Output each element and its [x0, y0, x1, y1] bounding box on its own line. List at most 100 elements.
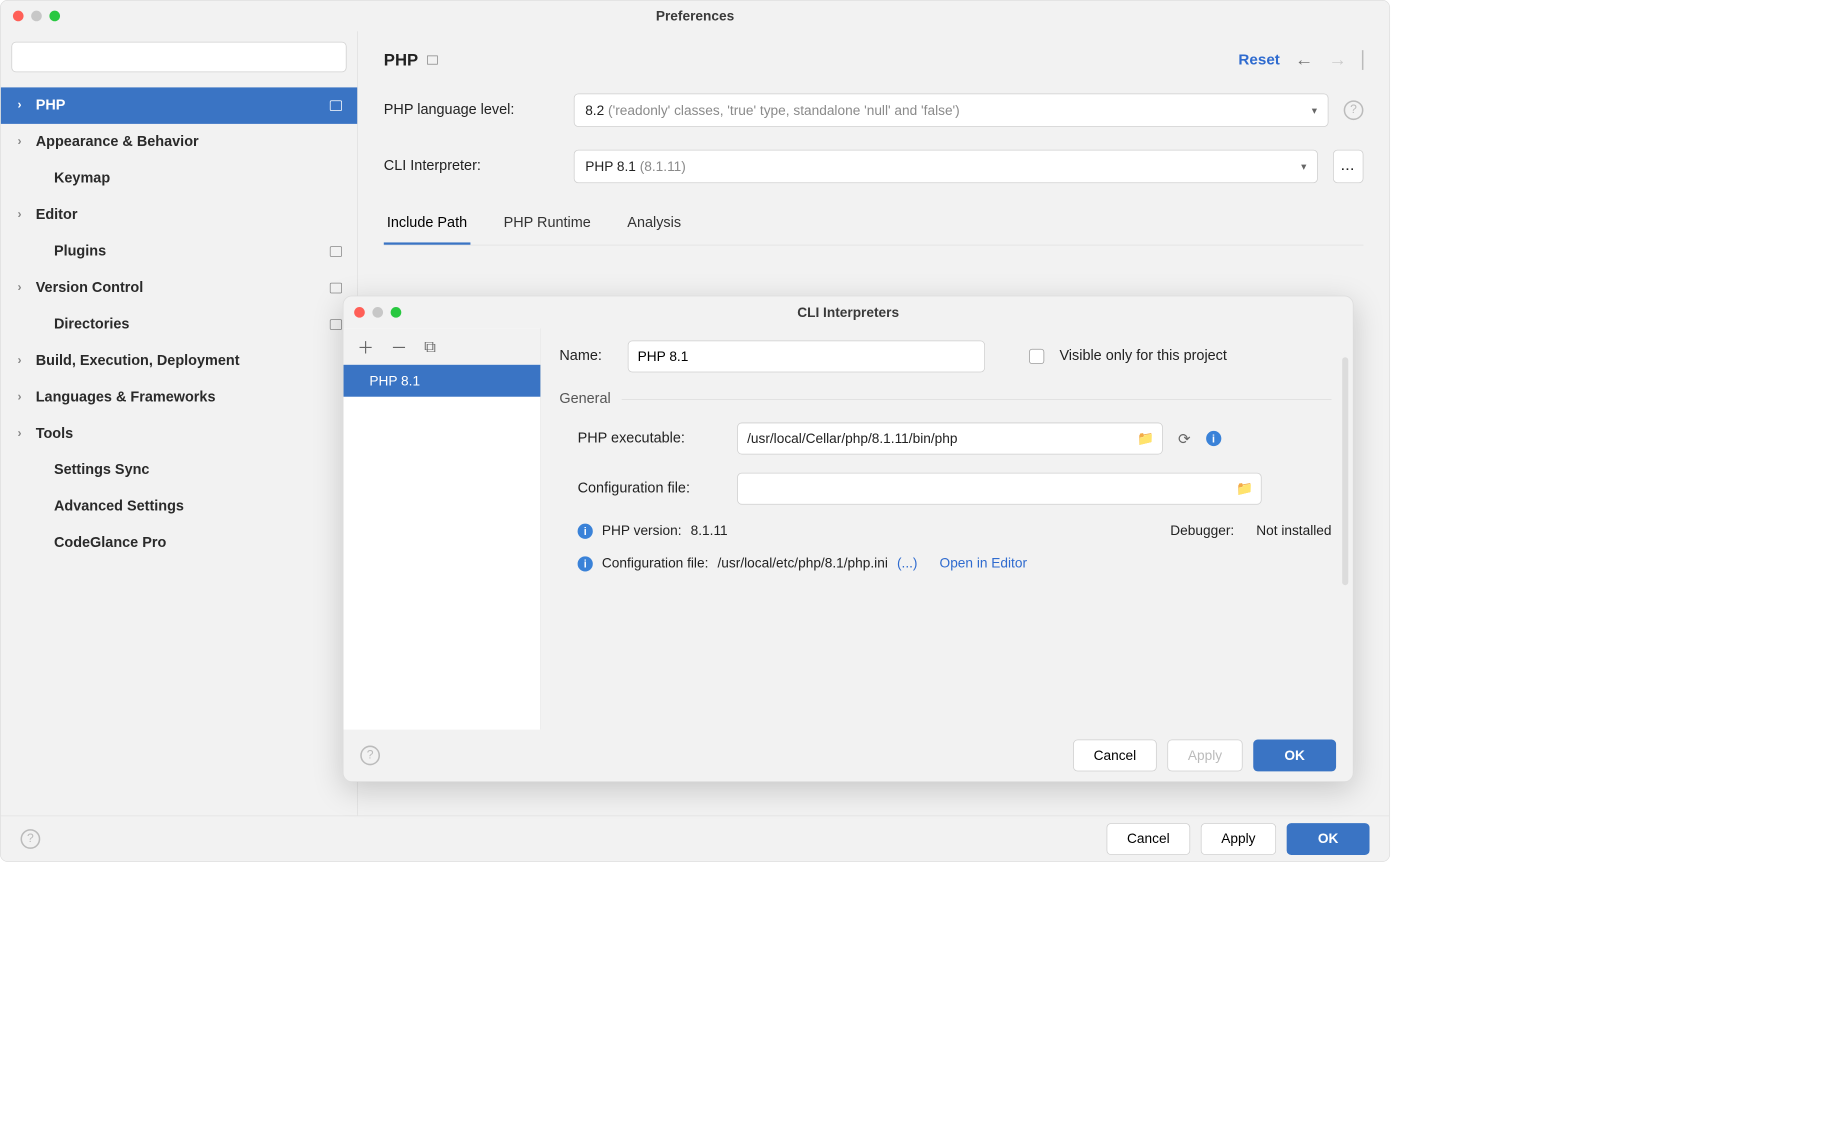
footer-help-button[interactable]: ? — [21, 829, 41, 849]
dialog-cancel-button[interactable]: Cancel — [1073, 739, 1157, 771]
tab-analysis[interactable]: Analysis — [624, 209, 684, 245]
remove-interpreter-button[interactable]: － — [391, 334, 408, 358]
nav-back-button[interactable]: ← — [1295, 49, 1313, 70]
reload-icon[interactable]: ⟳ — [1178, 429, 1191, 448]
php-language-level-hint: ('readonly' classes, 'true' type, standa… — [608, 102, 960, 118]
chevron-right-icon: › — [17, 99, 26, 113]
info-icon: i — [578, 556, 593, 571]
chevron-right-icon: › — [17, 135, 26, 149]
php-executable-label: PHP executable: — [578, 430, 722, 447]
divider — [621, 399, 1331, 400]
cli-interpreter-select[interactable]: PHP 8.1 (8.1.11) — [574, 150, 1318, 183]
preferences-apply-button[interactable]: Apply — [1201, 823, 1276, 855]
sidebar-item-advanced-settings[interactable]: Advanced Settings — [1, 489, 357, 525]
project-scope-icon — [330, 319, 342, 330]
sidebar-item-php[interactable]: › PHP — [1, 87, 357, 123]
config-file-label: Configuration file: — [578, 480, 722, 497]
preferences-cancel-button[interactable]: Cancel — [1107, 823, 1191, 855]
sidebar-item-label: Keymap — [54, 170, 357, 187]
sidebar-item-label: Advanced Settings — [54, 499, 357, 516]
dialog-ok-button[interactable]: OK — [1253, 739, 1336, 771]
sidebar-item-settings-sync[interactable]: Settings Sync — [1, 452, 357, 488]
chevron-right-icon: › — [17, 281, 26, 295]
nav-forward-button[interactable]: → — [1328, 49, 1346, 70]
sidebar-item-keymap[interactable]: Keymap — [1, 160, 357, 196]
chevron-right-icon: › — [17, 354, 26, 368]
interpreter-name-input[interactable] — [628, 340, 985, 372]
cli-interpreter-browse-button[interactable]: ... — [1333, 150, 1363, 183]
info-icon[interactable]: i — [1206, 431, 1221, 446]
cli-interpreter-value: PHP 8.1 — [585, 158, 636, 174]
folder-icon[interactable]: 📁 — [1137, 431, 1154, 447]
interpreter-detail-panel: Name: Visible only for this project Gene… — [541, 328, 1353, 729]
php-version-value: 8.1.11 — [691, 523, 728, 539]
interpreter-list-panel: ＋ － ⧉ PHP 8.1 — [344, 328, 542, 729]
sidebar-item-label: Build, Execution, Deployment — [36, 353, 357, 370]
php-executable-value: /usr/local/Cellar/php/8.1.11/bin/php — [747, 431, 957, 447]
sidebar-item-label: Version Control — [36, 280, 321, 297]
sidebar-item-codeglance-pro[interactable]: CodeGlance Pro — [1, 525, 357, 561]
sidebar-item-tools[interactable]: › Tools — [1, 416, 357, 452]
config-more-link[interactable]: (...) — [897, 556, 918, 572]
sidebar-item-label: Appearance & Behavior — [36, 134, 357, 151]
dialog-title: CLI Interpreters — [344, 304, 1353, 320]
window-title: Preferences — [1, 8, 1390, 24]
divider — [1362, 50, 1364, 70]
dialog-help-button[interactable]: ? — [360, 746, 380, 766]
project-scope-icon — [330, 283, 342, 294]
sidebar-item-label: Editor — [36, 207, 357, 224]
chevron-right-icon: › — [17, 208, 26, 222]
cli-interpreters-dialog: CLI Interpreters ＋ － ⧉ PHP 8.1 Name: Vis… — [343, 296, 1354, 782]
debugger-label: Debugger: — [1170, 523, 1234, 539]
sidebar-item-label: Directories — [54, 316, 321, 333]
preferences-sidebar: 🔍▾ ›PHP›Appearance & BehaviorKeymap›Edit… — [1, 31, 358, 815]
dialog-apply-button[interactable]: Apply — [1167, 739, 1242, 771]
config-info-label: Configuration file: — [602, 556, 708, 572]
folder-icon[interactable]: 📁 — [1236, 481, 1253, 497]
tab-php-runtime[interactable]: PHP Runtime — [501, 209, 594, 245]
info-icon: i — [578, 523, 593, 538]
page-title: PHP — [384, 50, 418, 70]
sidebar-search-input[interactable] — [11, 42, 346, 72]
copy-interpreter-button[interactable]: ⧉ — [424, 337, 436, 357]
chevron-right-icon: › — [17, 427, 26, 441]
project-scope-icon — [330, 246, 342, 257]
sidebar-item-editor[interactable]: › Editor — [1, 197, 357, 233]
sidebar-item-appearance-behavior[interactable]: › Appearance & Behavior — [1, 124, 357, 160]
preferences-ok-button[interactable]: OK — [1287, 823, 1370, 855]
interpreter-list-item[interactable]: PHP 8.1 — [344, 365, 541, 397]
visible-only-checkbox[interactable] — [1029, 349, 1044, 364]
scrollbar[interactable] — [1342, 357, 1348, 585]
config-info-value: /usr/local/etc/php/8.1/php.ini — [718, 556, 888, 572]
sidebar-item-version-control[interactable]: › Version Control — [1, 270, 357, 306]
cli-interpreter-label: CLI Interpreter: — [384, 158, 559, 175]
sidebar-item-plugins[interactable]: Plugins — [1, 233, 357, 269]
sidebar-item-label: Languages & Frameworks — [36, 389, 357, 406]
chevron-right-icon: › — [17, 391, 26, 405]
sidebar-item-label: Settings Sync — [54, 462, 357, 479]
project-scope-icon — [427, 55, 438, 64]
php-language-level-label: PHP language level: — [384, 102, 559, 119]
general-section-label: General — [559, 391, 610, 408]
preferences-footer: ? Cancel Apply OK — [1, 815, 1390, 861]
visible-only-label: Visible only for this project — [1059, 348, 1226, 365]
name-label: Name: — [559, 348, 612, 365]
open-in-editor-link[interactable]: Open in Editor — [940, 556, 1027, 572]
tab-include-path[interactable]: Include Path — [384, 209, 470, 245]
help-icon[interactable]: ? — [1344, 100, 1364, 120]
php-version-label: PHP version: — [602, 523, 682, 539]
sidebar-item-languages-frameworks[interactable]: › Languages & Frameworks — [1, 379, 357, 415]
sidebar-item-label: Plugins — [54, 243, 321, 260]
window-titlebar: Preferences — [1, 1, 1390, 31]
sidebar-item-label: Tools — [36, 426, 357, 443]
sidebar-item-build-execution-deployment[interactable]: › Build, Execution, Deployment — [1, 343, 357, 379]
sidebar-item-label: PHP — [36, 97, 321, 114]
add-interpreter-button[interactable]: ＋ — [357, 334, 374, 358]
cli-interpreter-hint: (8.1.11) — [640, 158, 686, 174]
debugger-value: Not installed — [1256, 523, 1331, 539]
php-language-level-value: 8.2 — [585, 102, 604, 118]
sidebar-item-directories[interactable]: Directories — [1, 306, 357, 342]
sidebar-item-label: CodeGlance Pro — [54, 535, 357, 552]
reset-link[interactable]: Reset — [1238, 51, 1279, 68]
php-language-level-select[interactable]: 8.2 ('readonly' classes, 'true' type, st… — [574, 93, 1329, 126]
